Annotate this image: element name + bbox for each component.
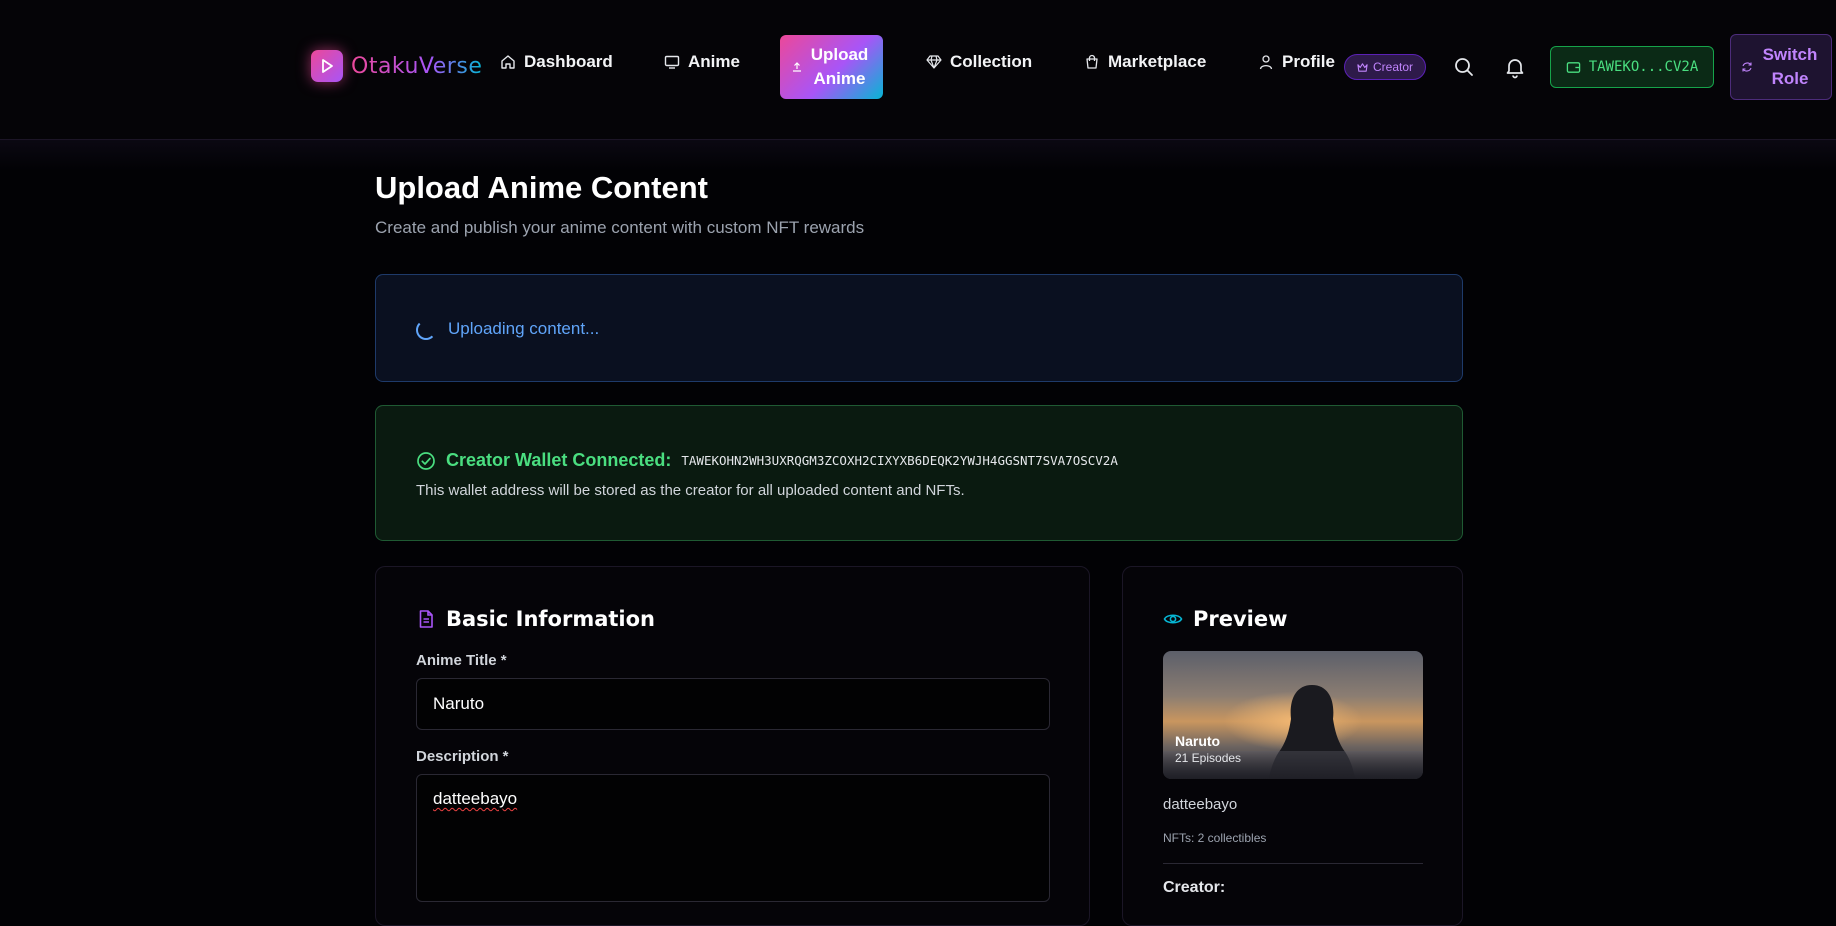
wallet-short-address: TAWEKO...CV2A: [1588, 59, 1699, 75]
upload-icon: [792, 62, 801, 72]
eye-icon: [1163, 614, 1183, 624]
nav-dashboard[interactable]: Dashboard: [500, 52, 613, 72]
preview-nft-count: NFTs: 2 collectibles: [1163, 831, 1267, 845]
nav-collection[interactable]: Collection: [926, 52, 1032, 72]
wallet-icon: [1566, 61, 1580, 73]
nav-upload-label: Upload Anime: [810, 45, 869, 88]
wallet-button[interactable]: TAWEKO...CV2A: [1550, 46, 1714, 88]
preview-title-heading: Preview: [1193, 607, 1288, 631]
bell-icon: [1506, 59, 1524, 79]
nav-anime[interactable]: Anime: [664, 52, 740, 72]
description-value: datteebayo: [433, 789, 518, 808]
preview-thumbnail: Naruto 21 Episodes: [1163, 651, 1423, 779]
crown-icon: [1357, 62, 1368, 72]
home-icon: [501, 55, 515, 69]
nav-profile[interactable]: Profile: [1258, 52, 1335, 72]
upload-status-alert: Uploading content...: [375, 274, 1463, 382]
wallet-note: This wallet address will be stored as th…: [416, 482, 965, 499]
nav-profile-label: Profile: [1282, 52, 1335, 71]
creator-wallet-alert: Creator Wallet Connected: TAWEKOHN2WH3UX…: [375, 405, 1463, 541]
nav-marketplace-label: Marketplace: [1108, 52, 1207, 71]
description-label: Description *: [416, 748, 509, 765]
top-navbar: OtakuVerse Dashboard Anime Upload Anime …: [0, 0, 1836, 170]
preview-creator-label: Creator:: [1163, 879, 1226, 896]
basic-information-title: Basic Information: [446, 607, 655, 631]
loading-spinner-icon: [416, 320, 436, 340]
brand-name: OtakuVerse: [351, 53, 483, 79]
preview-episode-count: 21 Episodes: [1175, 751, 1242, 765]
search-icon: [1455, 58, 1473, 76]
switch-role-button[interactable]: Switch Role: [1730, 34, 1832, 100]
anime-title-input[interactable]: Naruto: [416, 678, 1050, 730]
wallet-full-address: TAWEKOHN2WH3UXRQGM3ZCOXH2CIXYXB6DEQK2YWJ…: [681, 453, 1118, 468]
basic-information-card: Basic Information Anime Title * Naruto D…: [375, 566, 1090, 926]
nav-marketplace[interactable]: Marketplace: [1084, 52, 1206, 72]
document-icon: [419, 610, 433, 628]
preview-anime-title: Naruto: [1175, 733, 1221, 749]
notifications-button[interactable]: [1503, 55, 1527, 79]
nav-collection-label: Collection: [950, 52, 1033, 71]
refresh-icon: [1742, 62, 1752, 72]
page-subtitle: Create and publish your anime content wi…: [375, 218, 865, 237]
role-badge: Creator: [1344, 54, 1427, 80]
play-logo-icon: [311, 50, 343, 82]
brand[interactable]: OtakuVerse: [311, 50, 482, 82]
anime-title-label: Anime Title *: [416, 652, 507, 669]
nav-dashboard-label: Dashboard: [524, 52, 613, 71]
tv-icon: [664, 55, 680, 69]
preview-heading: Preview: [1163, 607, 1288, 631]
upload-status-text: Uploading content...: [448, 319, 600, 338]
preview-card: Preview Naruto 21 Episodes datteebayo NF…: [1122, 566, 1463, 926]
user-icon: [1259, 55, 1273, 70]
wallet-connected-label: Creator Wallet Connected:: [446, 450, 672, 470]
check-circle-icon: [417, 451, 435, 470]
nav-anime-label: Anime: [688, 52, 740, 71]
page-title: Upload Anime Content: [375, 170, 708, 205]
bag-icon: [1086, 54, 1098, 69]
preview-divider: [1163, 863, 1423, 864]
basic-information-heading: Basic Information: [416, 607, 655, 631]
nav-upload-anime[interactable]: Upload Anime: [780, 35, 883, 99]
switch-role-label: Switch Role: [1762, 45, 1818, 88]
preview-description: datteebayo: [1163, 796, 1238, 813]
description-textarea[interactable]: datteebayo: [416, 774, 1050, 902]
role-badge-label: Creator: [1373, 60, 1414, 74]
search-button[interactable]: [1452, 55, 1476, 79]
gem-icon: [926, 55, 942, 69]
